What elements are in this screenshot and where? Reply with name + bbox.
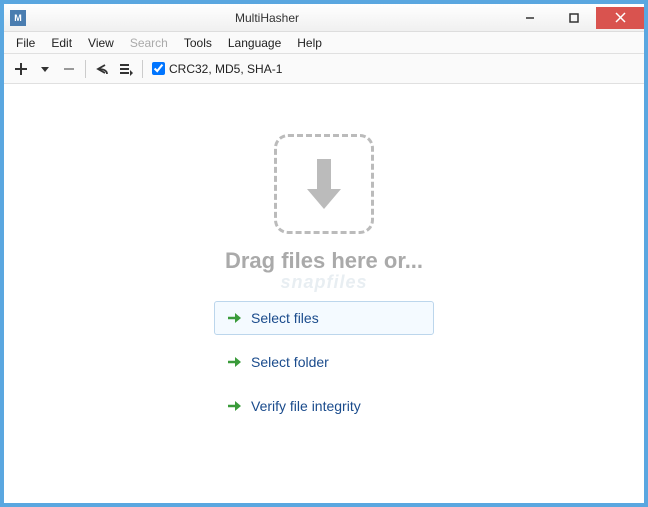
hash-algorithms-check[interactable]: CRC32, MD5, SHA-1: [152, 62, 282, 76]
content-area: Drag files here or... snapfiles Select f…: [4, 84, 644, 503]
arrow-right-icon: [227, 399, 241, 413]
add-dropdown-button[interactable]: [34, 58, 56, 80]
action-label: Select files: [251, 310, 319, 326]
menubar: File Edit View Search Tools Language Hel…: [4, 32, 644, 54]
app-icon: M: [10, 10, 26, 26]
app-window: M MultiHasher File Edit View Search Tool…: [4, 4, 644, 503]
actions-list: Select files Select folder Verify file i…: [214, 301, 434, 423]
remove-button[interactable]: [58, 58, 80, 80]
arrow-right-icon: [227, 311, 241, 325]
minimize-button[interactable]: [508, 7, 552, 29]
list-button[interactable]: [115, 58, 137, 80]
watermark: snapfiles: [280, 272, 367, 293]
drag-text: Drag files here or...: [225, 248, 423, 274]
action-label: Select folder: [251, 354, 329, 370]
arrow-right-icon: [227, 355, 241, 369]
menu-language[interactable]: Language: [220, 34, 289, 52]
menu-view[interactable]: View: [80, 34, 122, 52]
maximize-button[interactable]: [552, 7, 596, 29]
verify-integrity-action[interactable]: Verify file integrity: [214, 389, 434, 423]
dropzone-icon: [274, 134, 374, 234]
window-controls: [508, 7, 644, 29]
menu-search[interactable]: Search: [122, 34, 176, 52]
window-title: MultiHasher: [26, 11, 508, 25]
add-button[interactable]: [10, 58, 32, 80]
close-button[interactable]: [596, 7, 644, 29]
hash-label: CRC32, MD5, SHA-1: [169, 62, 282, 76]
menu-help[interactable]: Help: [289, 34, 330, 52]
titlebar: M MultiHasher: [4, 4, 644, 32]
toolbar-separator: [85, 60, 86, 78]
select-folder-action[interactable]: Select folder: [214, 345, 434, 379]
menu-edit[interactable]: Edit: [43, 34, 80, 52]
menu-file[interactable]: File: [8, 34, 43, 52]
menu-tools[interactable]: Tools: [176, 34, 220, 52]
hash-checkbox[interactable]: [152, 62, 165, 75]
select-files-action[interactable]: Select files: [214, 301, 434, 335]
undo-button[interactable]: [91, 58, 113, 80]
action-label: Verify file integrity: [251, 398, 361, 414]
toolbar: CRC32, MD5, SHA-1: [4, 54, 644, 84]
toolbar-separator: [142, 60, 143, 78]
